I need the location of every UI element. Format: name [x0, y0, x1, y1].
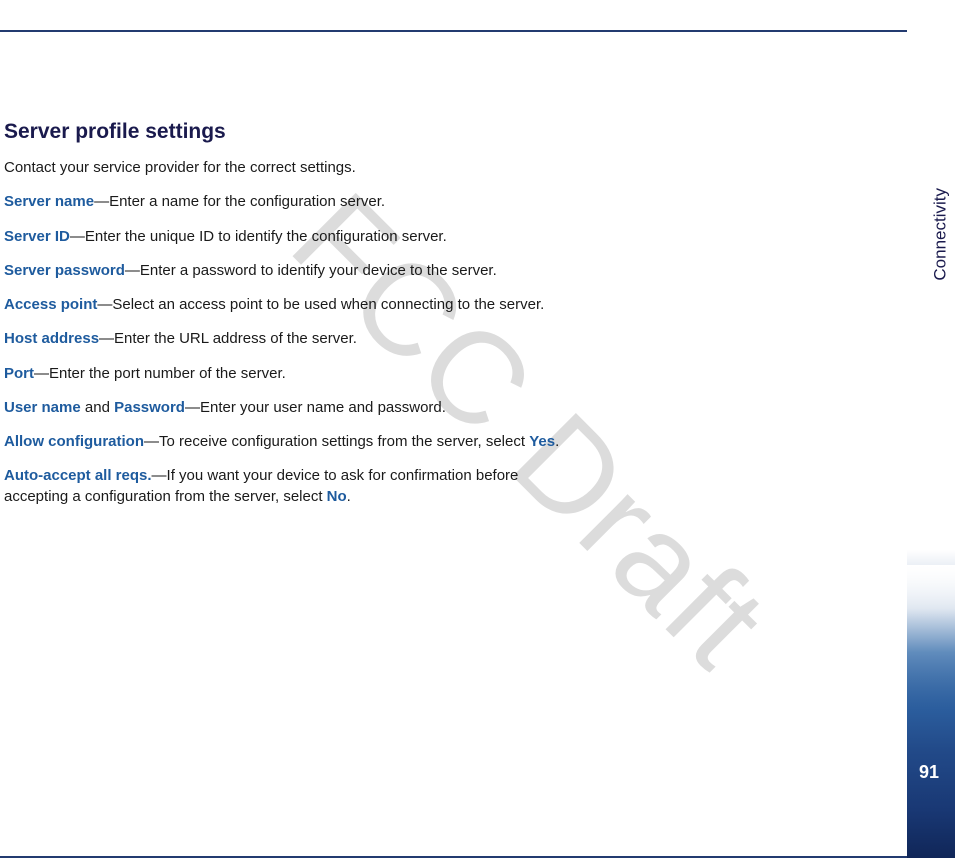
page-number: 91 — [919, 762, 939, 783]
conjunction: and — [81, 399, 114, 416]
setting-term: Port — [4, 365, 34, 382]
setting-desc: —Enter the port number of the server. — [34, 365, 286, 382]
intro-text: Contact your service provider for the co… — [4, 158, 560, 178]
setting-desc: —Enter the unique ID to identify the con… — [70, 228, 447, 245]
setting-item: Server password—Enter a password to iden… — [4, 261, 560, 281]
setting-item-allow-config: Allow configuration—To receive configura… — [4, 432, 560, 452]
setting-term: Host address — [4, 330, 99, 347]
setting-desc: —Enter a name for the configuration serv… — [94, 193, 385, 210]
choice-yes: Yes — [529, 433, 555, 450]
top-rule — [0, 30, 907, 32]
main-content: Server profile settings Contact your ser… — [0, 120, 560, 521]
setting-desc: —Enter your user name and password. — [185, 399, 446, 416]
page-heading: Server profile settings — [4, 120, 560, 144]
setting-item: Server name—Enter a name for the configu… — [4, 192, 560, 212]
setting-item: Server ID—Enter the unique ID to identif… — [4, 227, 560, 247]
setting-item: Port—Enter the port number of the server… — [4, 364, 560, 384]
right-sidebar — [907, 30, 955, 858]
setting-term: Auto-accept all reqs. — [4, 467, 152, 484]
setting-desc-after: . — [555, 433, 559, 450]
setting-item-auto-accept: Auto-accept all reqs.—If you want your d… — [4, 466, 560, 507]
setting-desc-after: . — [347, 488, 351, 505]
setting-term: Server password — [4, 262, 125, 279]
setting-term: Access point — [4, 296, 97, 313]
section-label: Connectivity — [931, 188, 951, 281]
setting-desc: —Select an access point to be used when … — [97, 296, 544, 313]
setting-desc-before: —To receive configuration settings from … — [144, 433, 529, 450]
setting-desc: —Enter the URL address of the server. — [99, 330, 357, 347]
setting-desc: —Enter a password to identify your devic… — [125, 262, 497, 279]
setting-item: Host address—Enter the URL address of th… — [4, 329, 560, 349]
setting-term: Server ID — [4, 228, 70, 245]
setting-term-password: Password — [114, 399, 185, 416]
setting-term: Server name — [4, 193, 94, 210]
setting-item-username-password: User name and Password—Enter your user n… — [4, 398, 560, 418]
setting-term: Allow configuration — [4, 433, 144, 450]
setting-term-username: User name — [4, 399, 81, 416]
choice-no: No — [327, 488, 347, 505]
setting-item: Access point—Select an access point to b… — [4, 295, 560, 315]
